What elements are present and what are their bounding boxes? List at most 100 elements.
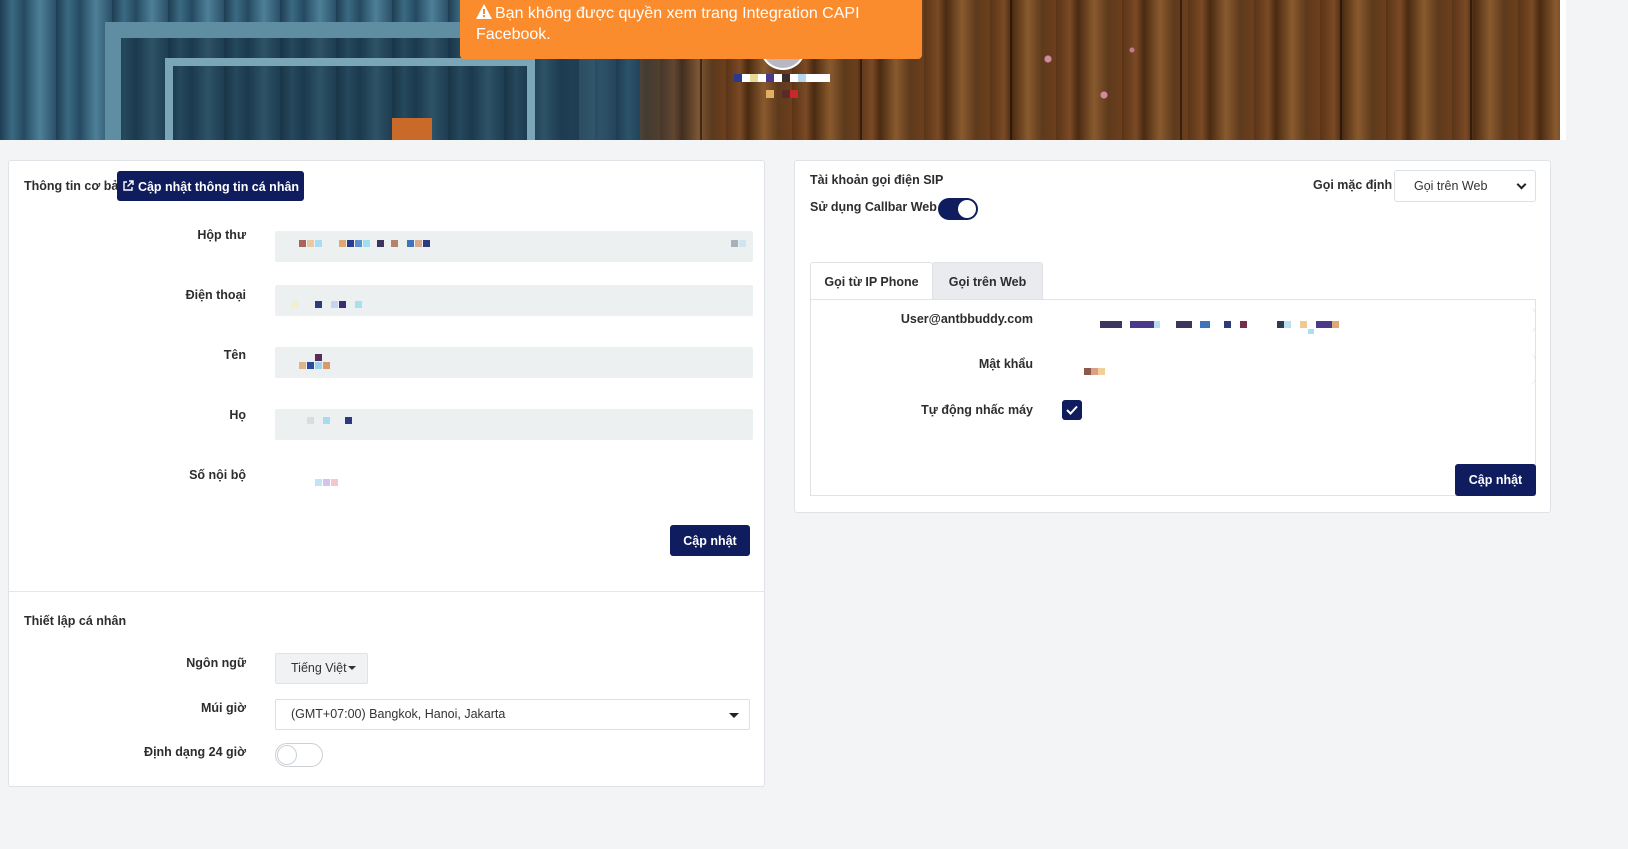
cover-detail — [1020, 32, 1160, 122]
ip-phone-tab-panel: User@antbbuddy.com Mật khẩu Tự động nhấc… — [810, 299, 1536, 496]
redacted-value — [363, 240, 370, 247]
auto-answer-checkbox[interactable] — [1062, 400, 1082, 420]
cover-plank-line — [1010, 0, 1012, 140]
default-call-select[interactable]: Gọi trên Web — [1394, 170, 1536, 202]
redacted-value — [339, 240, 346, 247]
last-name-label: Họ — [229, 408, 246, 422]
timezone-select[interactable]: (GMT+07:00) Bangkok, Hanoi, Jakarta — [275, 699, 750, 730]
caret-down-icon — [729, 713, 739, 718]
redacted-value — [1130, 321, 1154, 328]
redacted-value — [323, 479, 330, 486]
redacted-value — [423, 240, 430, 247]
cover-plank-line — [1180, 0, 1182, 140]
redacted-value — [1084, 368, 1091, 375]
redacted-value — [339, 301, 346, 308]
phone-label: Điện thoại — [185, 288, 246, 302]
avatar-redacted-name — [798, 74, 806, 82]
avatar-redacted-name — [766, 74, 774, 82]
language-label: Ngôn ngữ — [186, 656, 246, 670]
redacted-value — [731, 240, 738, 247]
phone-field[interactable] — [275, 285, 753, 316]
cover-plank-line — [1470, 0, 1472, 140]
sip-user-label: User@antbbuddy.com — [900, 312, 1033, 326]
redacted-value — [1200, 321, 1210, 328]
tab-ip-phone[interactable]: Gọi từ IP Phone — [810, 262, 933, 300]
first-name-label: Tên — [223, 348, 246, 362]
extension-field[interactable] — [275, 471, 753, 495]
redacted-value — [1154, 321, 1160, 328]
save-sip-button[interactable]: Cập nhật — [1455, 464, 1536, 496]
check-icon — [1066, 405, 1078, 415]
extension-label: Số nội bộ — [189, 468, 246, 482]
default-call-label: Gọi mặc định — [1313, 178, 1393, 192]
redacted-value — [1284, 321, 1291, 328]
auto-answer-label: Tự động nhấc máy — [921, 403, 1033, 417]
warning-icon — [476, 4, 492, 19]
sip-user-field[interactable] — [1096, 308, 1536, 334]
redacted-value — [1332, 321, 1339, 328]
timezone-value: (GMT+07:00) Bangkok, Hanoi, Jakarta — [291, 707, 506, 721]
email-label: Hộp thư — [197, 228, 246, 242]
update-profile-label: Cập nhật thông tin cá nhân — [137, 179, 300, 194]
redacted-value — [331, 301, 338, 308]
redacted-value — [315, 479, 322, 486]
redacted-value — [307, 240, 314, 247]
toggle-knob — [277, 745, 297, 765]
sip-account-card: Tài khoản gọi điện SIP Sử dụng Callbar W… — [794, 160, 1551, 513]
redacted-value — [415, 240, 422, 247]
cover-door-panel — [165, 58, 535, 140]
last-name-field[interactable] — [275, 409, 753, 440]
chevron-down-icon — [1516, 179, 1527, 190]
language-value: Tiếng Việt — [291, 661, 347, 675]
redacted-value — [299, 362, 306, 369]
caret-down-icon — [347, 666, 356, 670]
page-scrollbar[interactable] — [1560, 0, 1566, 140]
redacted-value — [407, 240, 414, 247]
sip-title: Tài khoản gọi điện SIP — [810, 173, 944, 187]
redacted-value — [355, 301, 362, 308]
redacted-value — [323, 362, 330, 369]
callbar-toggle[interactable] — [938, 198, 978, 220]
redacted-value — [307, 362, 314, 369]
redacted-value — [315, 301, 322, 308]
toggle-knob — [958, 200, 976, 218]
redacted-value — [1308, 329, 1314, 334]
default-call-value: Gọi trên Web — [1414, 179, 1488, 193]
alert-message: Bạn không được quyền xem trang Integrati… — [476, 5, 860, 43]
save-basic-info-button[interactable]: Cập nhật — [670, 525, 750, 556]
cover-detail — [392, 118, 432, 140]
sip-password-label: Mật khẩu — [978, 357, 1033, 371]
redacted-value — [299, 240, 306, 247]
format24-toggle[interactable] — [275, 743, 323, 767]
callbar-label: Sử dụng Callbar Web — [810, 200, 937, 214]
timezone-label: Múi giờ — [201, 701, 246, 715]
redacted-value — [1224, 321, 1231, 328]
redacted-value — [345, 417, 352, 424]
first-name-field[interactable] — [275, 347, 753, 378]
redacted-value — [331, 479, 338, 486]
redacted-value — [1176, 321, 1192, 328]
avatar-redacted-name — [782, 74, 790, 82]
avatar-redacted-name — [750, 74, 758, 82]
personal-settings-title: Thiết lập cá nhân — [24, 614, 127, 628]
redacted-value — [1316, 321, 1332, 328]
avatar-redacted-name — [734, 74, 742, 82]
tab-web-call[interactable]: Gọi trên Web — [932, 262, 1043, 300]
cover-plank-line — [1340, 0, 1342, 140]
email-field[interactable] — [275, 231, 753, 262]
redacted-value — [391, 240, 398, 247]
format24-label: Định dạng 24 giờ — [144, 745, 246, 759]
redacted-value — [377, 240, 384, 247]
sip-password-field[interactable] — [1083, 354, 1536, 384]
basic-info-card: Thông tin cơ bản Cập nhật thông tin cá n… — [8, 160, 765, 787]
avatar-redacted-name — [766, 90, 774, 98]
language-dropdown[interactable]: Tiếng Việt — [275, 653, 368, 684]
redacted-value — [315, 354, 322, 361]
redacted-value — [1277, 321, 1284, 328]
permission-alert: Bạn không được quyền xem trang Integrati… — [460, 0, 922, 59]
redacted-value — [315, 362, 322, 369]
redacted-value — [315, 240, 322, 247]
update-profile-button[interactable]: Cập nhật thông tin cá nhân — [117, 171, 304, 201]
avatar-redacted-name — [782, 90, 790, 98]
redacted-value — [347, 240, 354, 247]
